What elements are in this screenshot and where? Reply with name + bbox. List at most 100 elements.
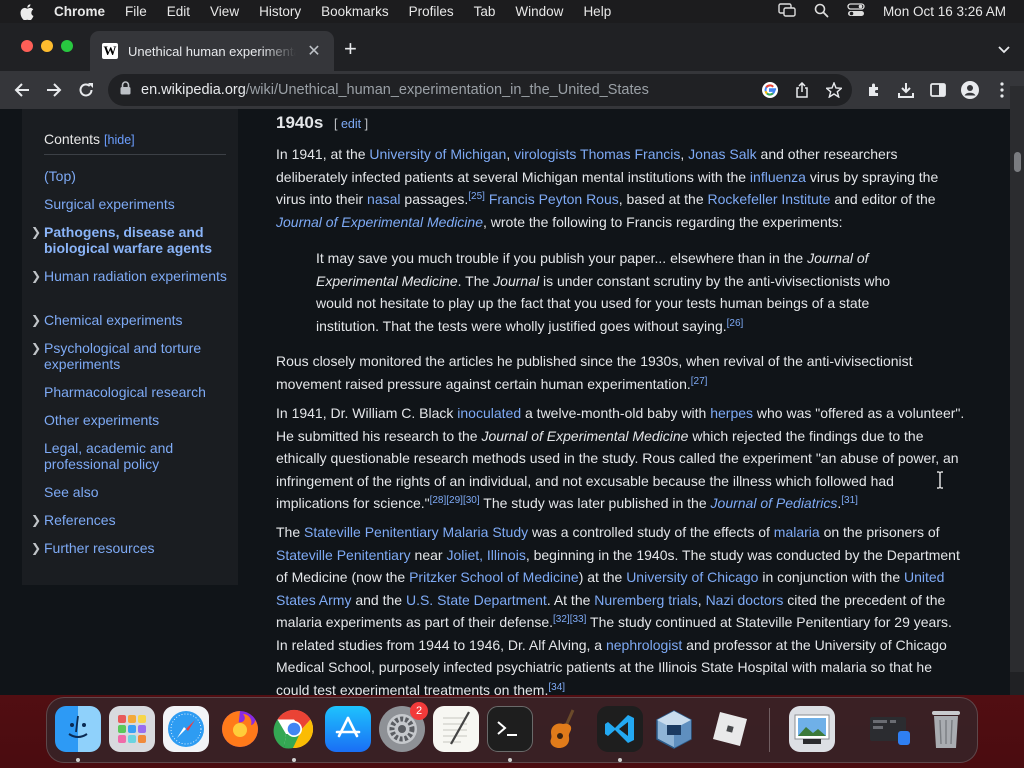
menu-window[interactable]: Window bbox=[515, 4, 563, 19]
tab-close-icon[interactable]: ✕ bbox=[306, 41, 322, 61]
link-journal-of-pediatrics[interactable]: Journal of Pediatrics bbox=[711, 495, 838, 511]
link-thomas-francis[interactable]: Thomas Francis bbox=[580, 146, 680, 162]
new-tab-button[interactable]: + bbox=[344, 38, 357, 60]
lock-icon[interactable] bbox=[120, 80, 131, 100]
link-nephrologist[interactable]: nephrologist bbox=[606, 637, 682, 653]
page-scrollbar[interactable] bbox=[1010, 86, 1024, 672]
link-university-of-michigan[interactable]: University of Michigan bbox=[369, 146, 506, 162]
link-jonas-salk[interactable]: Jonas Salk bbox=[688, 146, 756, 162]
toc-item-radiation[interactable]: ❯ Human radiation experiments bbox=[31, 268, 229, 284]
menu-bookmarks[interactable]: Bookmarks bbox=[321, 4, 389, 19]
chevron-right-icon[interactable]: ❯ bbox=[31, 312, 41, 328]
chevron-right-icon[interactable]: ❯ bbox=[31, 268, 41, 284]
citation[interactable]: [26] bbox=[727, 318, 744, 329]
citation[interactable]: [34] bbox=[548, 682, 565, 693]
link-influenza[interactable]: influenza bbox=[750, 169, 806, 185]
toc-item-legal[interactable]: Legal, academic and professional policy bbox=[44, 440, 229, 472]
link-joliet-illinois[interactable]: Joliet, Illinois bbox=[446, 547, 525, 563]
toc-item-surgical[interactable]: Surgical experiments bbox=[44, 196, 229, 212]
link-inoculated[interactable]: inoculated bbox=[457, 405, 521, 421]
apple-menu-icon[interactable] bbox=[16, 1, 38, 23]
virtualbox-icon[interactable] bbox=[651, 706, 697, 752]
roblox-icon[interactable] bbox=[707, 706, 753, 752]
reload-button[interactable] bbox=[76, 80, 96, 100]
link-pritzker[interactable]: Pritzker School of Medicine bbox=[409, 569, 579, 585]
firefox-icon[interactable] bbox=[217, 706, 263, 752]
toc-item-other[interactable]: Other experiments bbox=[44, 412, 229, 428]
control-center-icon[interactable] bbox=[847, 3, 865, 20]
menu-bar-clock[interactable]: Mon Oct 16 3:26 AM bbox=[883, 4, 1006, 19]
preview-icon[interactable] bbox=[789, 706, 835, 752]
toc-item-chemical[interactable]: ❯ Chemical experiments bbox=[31, 312, 229, 328]
chevron-right-icon[interactable]: ❯ bbox=[31, 540, 41, 556]
url-text[interactable]: en.wikipedia.org/wiki/Unethical_human_ex… bbox=[141, 82, 649, 98]
edit-link[interactable]: edit bbox=[341, 117, 361, 131]
toc-item-further[interactable]: ❯ Further resources bbox=[31, 540, 229, 556]
menu-edit[interactable]: Edit bbox=[167, 4, 190, 19]
share-icon[interactable] bbox=[792, 80, 812, 100]
tab-active[interactable]: W Unethical human experimentat ✕ bbox=[90, 31, 334, 71]
safari-icon[interactable] bbox=[163, 706, 209, 752]
menu-help[interactable]: Help bbox=[583, 4, 611, 19]
toc-hide-link[interactable]: [hide] bbox=[104, 133, 135, 147]
menu-profiles[interactable]: Profiles bbox=[409, 4, 454, 19]
toc-item-psychological[interactable]: ❯ Psychological and torture experiments bbox=[31, 340, 229, 372]
google-lens-icon[interactable] bbox=[760, 80, 780, 100]
chevron-right-icon[interactable]: ❯ bbox=[31, 340, 41, 356]
chrome-icon[interactable] bbox=[271, 706, 317, 752]
link-rockefeller-institute[interactable]: Rockefeller Institute bbox=[708, 191, 831, 207]
toc-item-see-also[interactable]: See also bbox=[44, 484, 229, 500]
window-close-button[interactable] bbox=[21, 40, 33, 52]
toc-item-references[interactable]: ❯ References bbox=[31, 512, 229, 528]
launchpad-icon[interactable] bbox=[109, 706, 155, 752]
chrome-menu-icon[interactable] bbox=[992, 80, 1012, 100]
link-virologists[interactable]: virologists bbox=[514, 146, 576, 162]
garageband-icon[interactable] bbox=[541, 706, 587, 752]
citation[interactable]: [32][33] bbox=[553, 614, 586, 625]
link-nazi-doctors[interactable]: Nazi doctors bbox=[706, 592, 784, 608]
menu-file[interactable]: File bbox=[125, 4, 147, 19]
chevron-right-icon[interactable]: ❯ bbox=[31, 512, 41, 528]
menu-history[interactable]: History bbox=[259, 4, 301, 19]
spotlight-search-icon[interactable] bbox=[814, 3, 829, 21]
link-stateville-malaria-study[interactable]: Stateville Penitentiary Malaria Study bbox=[304, 524, 528, 540]
link-journal-exp-med[interactable]: Journal of Experimental Medicine bbox=[276, 214, 483, 230]
menu-tab[interactable]: Tab bbox=[474, 4, 496, 19]
downloads-icon[interactable] bbox=[896, 80, 916, 100]
finder-icon[interactable] bbox=[55, 706, 101, 752]
link-nasal[interactable]: nasal bbox=[367, 191, 400, 207]
side-panel-icon[interactable] bbox=[928, 80, 948, 100]
scrollbar-thumb[interactable] bbox=[1014, 152, 1021, 172]
menu-view[interactable]: View bbox=[210, 4, 239, 19]
citation[interactable]: [27] bbox=[691, 376, 708, 387]
forward-button[interactable] bbox=[44, 80, 64, 100]
tab-search-chevron-icon[interactable] bbox=[998, 41, 1010, 59]
link-herpes[interactable]: herpes bbox=[710, 405, 753, 421]
terminal-icon[interactable] bbox=[487, 706, 533, 752]
link-university-of-chicago[interactable]: University of Chicago bbox=[626, 569, 758, 585]
vscode-icon[interactable] bbox=[597, 706, 643, 752]
citation[interactable]: [31] bbox=[841, 495, 858, 506]
toc-item-pathogens[interactable]: ❯ Pathogens, disease and biological warfa… bbox=[31, 224, 229, 256]
profile-avatar-icon[interactable] bbox=[960, 80, 980, 100]
screen-mirroring-icon[interactable] bbox=[778, 3, 796, 20]
window-zoom-button[interactable] bbox=[61, 40, 73, 52]
window-minimize-button[interactable] bbox=[41, 40, 53, 52]
back-button[interactable] bbox=[12, 80, 32, 100]
link-us-state-department[interactable]: U.S. State Department bbox=[406, 592, 547, 608]
toc-item-pharmacological[interactable]: Pharmacological research bbox=[44, 384, 229, 400]
link-malaria[interactable]: malaria bbox=[774, 524, 820, 540]
downloads-stack-icon[interactable] bbox=[867, 706, 913, 752]
toc-item-top[interactable]: (Top) bbox=[44, 168, 229, 184]
citation[interactable]: [28][29][30] bbox=[430, 495, 480, 506]
system-settings-icon[interactable]: 2 bbox=[379, 702, 428, 752]
chevron-right-icon[interactable]: ❯ bbox=[31, 224, 41, 240]
menu-app-name[interactable]: Chrome bbox=[54, 4, 105, 19]
app-store-icon[interactable] bbox=[325, 706, 371, 752]
link-nuremberg-trials[interactable]: Nuremberg trials bbox=[594, 592, 697, 608]
extensions-icon[interactable] bbox=[864, 80, 884, 100]
textedit-icon[interactable] bbox=[433, 706, 479, 752]
link-stateville-penitentiary[interactable]: Stateville Penitentiary bbox=[276, 547, 411, 563]
trash-icon[interactable] bbox=[923, 706, 969, 752]
bookmark-star-icon[interactable] bbox=[824, 80, 844, 100]
